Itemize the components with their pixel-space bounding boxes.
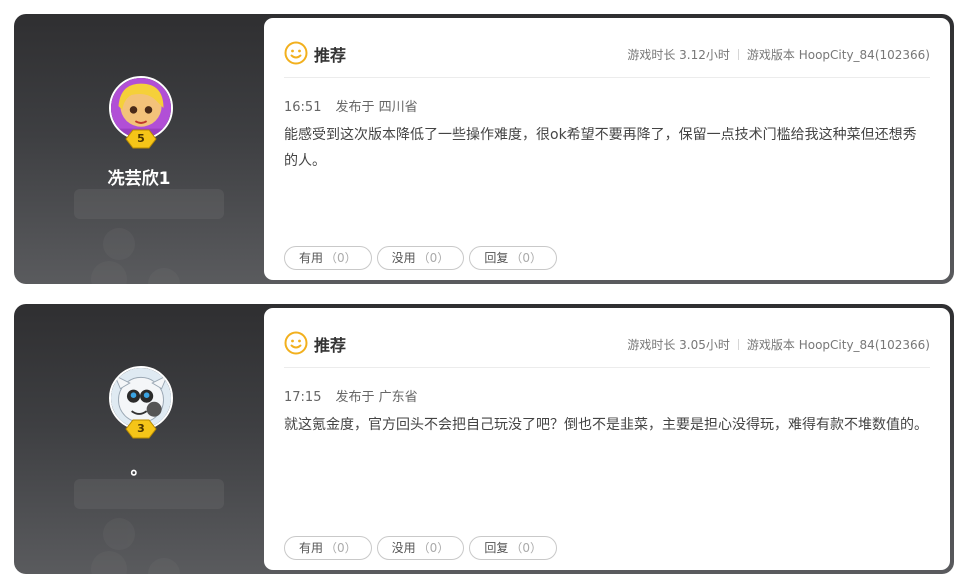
level-badge-icon: 5 <box>124 128 158 150</box>
useless-count: （0） <box>417 541 450 555</box>
background-art <box>74 479 224 574</box>
review-body: 推荐 游戏时长 3.05小时 游戏版本 HoopCity_84(102366) 1… <box>264 308 950 570</box>
useful-label: 有用 <box>299 251 324 265</box>
game-version: 游戏版本 HoopCity_84(102366) <box>746 338 930 352</box>
useful-count: （0） <box>325 541 357 555</box>
reply-label: 回复 <box>484 251 509 265</box>
level-badge-icon: 3 <box>124 418 158 440</box>
user-panel: 5 冼芸欣1 <box>14 14 264 284</box>
useless-count: （0） <box>417 251 450 265</box>
useful-button[interactable]: 有用 （0） <box>284 246 372 270</box>
meta-divider <box>737 339 739 350</box>
background-art <box>74 189 224 284</box>
reply-count: （0） <box>510 251 542 265</box>
useful-label: 有用 <box>299 541 324 555</box>
review-content: 就这氪金度，官方回头不会把自己玩没了吧？倒也不是韭菜，主要是担心没得玩，难得有款… <box>284 417 928 433</box>
useful-count: （0） <box>325 251 357 265</box>
post-time: 17:15 <box>284 390 322 405</box>
username[interactable]: 冼芸欣1 <box>14 164 264 189</box>
useless-label: 没用 <box>391 541 416 555</box>
reply-label: 回复 <box>484 541 509 555</box>
header-divider <box>284 77 930 78</box>
post-meta: 17:15 发布于 广东省 <box>284 386 418 405</box>
post-meta: 16:51 发布于 四川省 <box>284 96 418 115</box>
header-divider <box>284 367 930 368</box>
useless-label: 没用 <box>391 251 416 265</box>
reply-count: （0） <box>510 541 542 555</box>
post-time: 16:51 <box>284 100 322 115</box>
game-meta: 游戏时长 3.12小时 游戏版本 HoopCity_84(102366) <box>627 46 930 63</box>
review-body: 推荐 游戏时长 3.12小时 游戏版本 HoopCity_84(102366) 1… <box>264 18 950 280</box>
level-number: 3 <box>137 422 145 435</box>
post-location: 发布于 广东省 <box>335 390 418 405</box>
recommend-label: 推荐 <box>314 46 347 65</box>
game-meta: 游戏时长 3.05小时 游戏版本 HoopCity_84(102366) <box>627 336 930 353</box>
post-location: 发布于 四川省 <box>335 100 418 115</box>
reply-button[interactable]: 回复 （0） <box>469 246 557 270</box>
useful-button[interactable]: 有用 （0） <box>284 536 372 560</box>
playtime: 游戏时长 3.12小时 <box>627 48 730 62</box>
review-actions: 有用 （0） 没用 （0） 回复 （0） <box>284 536 557 560</box>
user-panel: 3 。 <box>14 304 264 574</box>
smile-icon <box>284 331 308 355</box>
playtime: 游戏时长 3.05小时 <box>627 338 730 352</box>
review-content: 能感受到这次版本降低了一些操作难度，很ok希望不要再降了，保留一点技术门槛给我这… <box>284 127 917 169</box>
useless-button[interactable]: 没用 （0） <box>376 536 465 560</box>
useless-button[interactable]: 没用 （0） <box>376 246 465 270</box>
smile-icon <box>284 41 308 65</box>
username[interactable]: 。 <box>14 454 264 479</box>
review-card: 3 。 推荐 游戏时长 3.05小时 游戏版本 HoopCity_84(10236… <box>14 304 954 574</box>
reply-button[interactable]: 回复 （0） <box>469 536 557 560</box>
recommend-label: 推荐 <box>314 336 347 355</box>
game-version: 游戏版本 HoopCity_84(102366) <box>746 48 930 62</box>
level-number: 5 <box>137 132 145 145</box>
meta-divider <box>737 49 739 60</box>
review-actions: 有用 （0） 没用 （0） 回复 （0） <box>284 246 557 270</box>
review-card: 5 冼芸欣1 推荐 游戏时长 3.12小时 游戏版本 HoopCity_84(10… <box>14 14 954 284</box>
